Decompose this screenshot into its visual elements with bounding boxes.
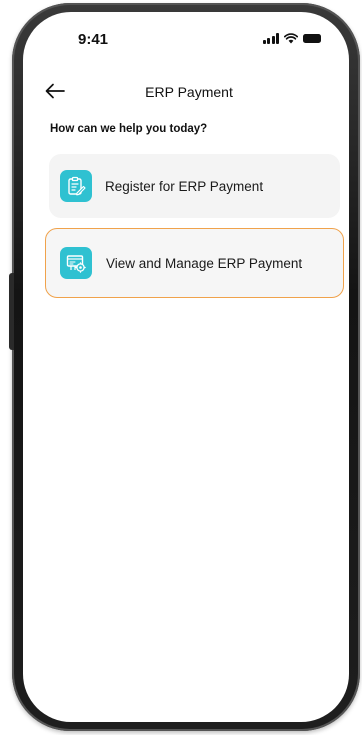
erp-card-gear-icon xyxy=(60,247,92,279)
help-prompt: How can we help you today? xyxy=(50,123,208,135)
battery-icon xyxy=(303,34,321,43)
option-label: Register for ERP Payment xyxy=(105,178,264,194)
page-title: ERP Payment xyxy=(145,84,233,100)
view-manage-erp-payment-option[interactable]: View and Manage ERP Payment xyxy=(45,228,344,298)
status-icons xyxy=(262,33,321,44)
clipboard-edit-icon xyxy=(60,170,92,202)
option-label: View and Manage ERP Payment xyxy=(106,255,303,271)
app-screen: 9:41 ERP Payment How can we help you tod… xyxy=(23,12,349,722)
cellular-signal-icon xyxy=(262,33,279,44)
status-bar: 9:41 xyxy=(23,12,349,64)
app-header: ERP Payment xyxy=(23,76,349,106)
wifi-icon xyxy=(284,33,298,44)
phone-side-button xyxy=(9,273,14,350)
register-erp-payment-option[interactable]: Register for ERP Payment xyxy=(49,154,340,218)
status-time: 9:41 xyxy=(78,31,109,48)
